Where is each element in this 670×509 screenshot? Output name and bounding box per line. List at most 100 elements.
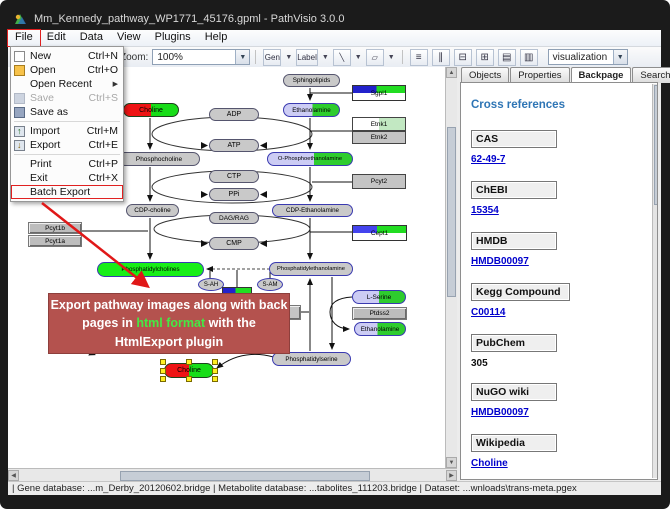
stack-vertical-button[interactable]: ▤ bbox=[498, 49, 516, 66]
menu-item-label: Print bbox=[30, 158, 52, 170]
crossref-value-row: HMDB00097 bbox=[471, 401, 657, 420]
crossref-value: 305 bbox=[471, 358, 657, 369]
menu-separator bbox=[14, 154, 120, 155]
tab-properties[interactable]: Properties bbox=[510, 67, 569, 83]
tab-backpage[interactable]: Backpage bbox=[571, 67, 632, 83]
menubar-item-plugins[interactable]: Plugins bbox=[148, 30, 198, 46]
menu-item-label: Exit bbox=[30, 172, 48, 184]
scrollbar-thumb[interactable] bbox=[120, 471, 370, 481]
menu-separator bbox=[14, 121, 120, 122]
chevron-down-icon[interactable]: ▼ bbox=[285, 54, 292, 61]
menubar-item-file[interactable]: File bbox=[8, 30, 40, 46]
scrollbar-thumb[interactable] bbox=[654, 85, 658, 205]
align-middle-button[interactable]: ∥ bbox=[432, 49, 450, 66]
panel-scrollbar[interactable] bbox=[652, 84, 658, 478]
chevron-down-icon[interactable]: ▼ bbox=[355, 54, 362, 61]
crossref-value-row: C00114 bbox=[471, 301, 657, 320]
scroll-down-icon[interactable]: ▼ bbox=[446, 457, 457, 468]
visualization-value: visualization bbox=[553, 52, 607, 63]
chevron-down-icon[interactable]: ▼ bbox=[235, 50, 249, 64]
crossref-header: NuGO wiki bbox=[471, 383, 557, 401]
line-tool[interactable]: ╲ bbox=[333, 49, 351, 66]
menu-icon-blank bbox=[14, 173, 25, 184]
menu-shortcut: Ctrl+S bbox=[89, 92, 118, 104]
crossref-value-row: 305 bbox=[471, 358, 657, 369]
menubar-item-edit[interactable]: Edit bbox=[40, 30, 73, 46]
menu-item-export[interactable]: Export Ctrl+E bbox=[11, 138, 123, 152]
chevron-down-icon[interactable]: ▼ bbox=[322, 54, 329, 61]
export-icon bbox=[14, 140, 25, 151]
canvas-horizontal-scrollbar[interactable]: ◀ ▶ bbox=[8, 468, 457, 482]
distribute-horizontal-button[interactable]: ⊟ bbox=[454, 49, 472, 66]
menu-item-batch-export[interactable]: Batch Export bbox=[11, 185, 123, 199]
scroll-left-icon[interactable]: ◀ bbox=[8, 470, 19, 481]
save-icon bbox=[14, 93, 25, 104]
saveas-icon bbox=[14, 107, 25, 118]
shape-tool[interactable]: ▱ bbox=[366, 49, 384, 66]
crossref-section-kegg-compound: Kegg CompoundC00114 bbox=[471, 282, 657, 320]
crossref-value-row: 62-49-7 bbox=[471, 148, 657, 167]
menu-item-open-recent[interactable]: Open Recent▶ bbox=[11, 77, 123, 91]
menu-item-exit[interactable]: ExitCtrl+X bbox=[11, 171, 123, 185]
chevron-down-icon[interactable]: ▼ bbox=[613, 50, 627, 64]
crossref-header: CAS bbox=[471, 130, 557, 148]
menu-item-save-as[interactable]: Save as bbox=[11, 105, 123, 119]
cross-references-list: CAS 62-49-7 ChEBI15354 HMDB HMDB00097 Kegg Co… bbox=[471, 129, 657, 471]
scroll-right-icon[interactable]: ▶ bbox=[446, 470, 457, 481]
menu-item-label: New bbox=[30, 50, 51, 62]
menu-item-import[interactable]: ImportCtrl+M bbox=[11, 124, 123, 138]
crossref-section-cas: CAS 62-49-7 bbox=[471, 129, 657, 167]
visualization-combobox[interactable]: visualization ▼ bbox=[548, 49, 628, 65]
menubar-item-help[interactable]: Help bbox=[198, 30, 235, 46]
menu-item-save[interactable]: Save Ctrl+S bbox=[11, 91, 123, 105]
crossref-value-row: HMDB00097 bbox=[471, 250, 657, 269]
crossref-link[interactable]: Choline bbox=[471, 458, 508, 469]
zoom-combobox[interactable]: 100% ▼ bbox=[152, 49, 250, 65]
crossref-header: HMDB bbox=[471, 232, 557, 250]
app-icon bbox=[14, 13, 27, 26]
open-icon bbox=[14, 65, 25, 76]
menu-icon-blank bbox=[14, 187, 25, 198]
annotation-line2: pages in html format with the bbox=[49, 314, 289, 332]
annotation-highlight: html format bbox=[136, 316, 205, 330]
stack-horizontal-button[interactable]: ▥ bbox=[520, 49, 538, 66]
menu-item-label: Open bbox=[30, 64, 56, 76]
crossref-link[interactable]: HMDB00097 bbox=[471, 256, 529, 267]
crossref-link[interactable]: 15354 bbox=[471, 205, 499, 216]
crossref-value-row: 15354 bbox=[471, 199, 657, 218]
chevron-down-icon[interactable]: ▼ bbox=[388, 54, 395, 61]
menubar-item-data[interactable]: Data bbox=[73, 30, 110, 46]
title-bar[interactable]: Mm_Kennedy_pathway_WP1771_45176.gpml - P… bbox=[10, 9, 650, 29]
menu-icon-blank bbox=[14, 79, 25, 90]
label-tool[interactable]: Label bbox=[296, 49, 318, 66]
pathvisio-window: Mm_Kennedy_pathway_WP1771_45176.gpml - P… bbox=[0, 0, 670, 509]
datanode-tool[interactable]: Gen bbox=[263, 49, 281, 66]
menu-item-label: Save bbox=[30, 92, 54, 104]
menubar-item-view[interactable]: View bbox=[110, 30, 148, 46]
annotation-line1: Export pathway images along with back bbox=[49, 296, 289, 314]
align-center-button[interactable]: ≡ bbox=[410, 49, 428, 66]
scroll-up-icon[interactable]: ▲ bbox=[446, 67, 457, 78]
status-text: | Gene database: ...m_Derby_20120602.bri… bbox=[12, 483, 577, 494]
alignment-tools: ≡∥⊟⊞▤▥ bbox=[408, 49, 540, 66]
menu-item-new[interactable]: NewCtrl+N bbox=[11, 49, 123, 63]
scrollbar-thumb[interactable] bbox=[447, 127, 456, 297]
menu-item-print[interactable]: PrintCtrl+P bbox=[11, 157, 123, 171]
backpage-panel: Cross references CAS62-49-7ChEBI15354HMD… bbox=[460, 82, 658, 480]
menu-item-label: Export bbox=[30, 139, 60, 151]
crossref-header: Wikipedia bbox=[471, 434, 557, 452]
crossref-section-pubchem: PubChem305 bbox=[471, 333, 657, 369]
crossref-link[interactable]: HMDB00097 bbox=[471, 407, 529, 418]
tab-search[interactable]: Search bbox=[632, 67, 670, 83]
side-panel: ObjectsPropertiesBackpageSearchLegend Cr… bbox=[457, 67, 661, 481]
file-menu: NewCtrl+NOpenCtrl+OOpen Recent▶Save Ctrl+… bbox=[10, 46, 124, 202]
menu-icon-blank bbox=[14, 159, 25, 170]
crossref-link[interactable]: 62-49-7 bbox=[471, 154, 505, 165]
crossref-link[interactable]: C00114 bbox=[471, 307, 505, 318]
menu-item-open[interactable]: OpenCtrl+O bbox=[11, 63, 123, 77]
menu-shortcut: Ctrl+E bbox=[89, 139, 118, 151]
distribute-vertical-button[interactable]: ⊞ bbox=[476, 49, 494, 66]
annotation-line3: HtmlExport plugin bbox=[49, 333, 289, 351]
crossref-section-chebi: ChEBI15354 bbox=[471, 180, 657, 218]
tab-objects[interactable]: Objects bbox=[461, 67, 509, 83]
